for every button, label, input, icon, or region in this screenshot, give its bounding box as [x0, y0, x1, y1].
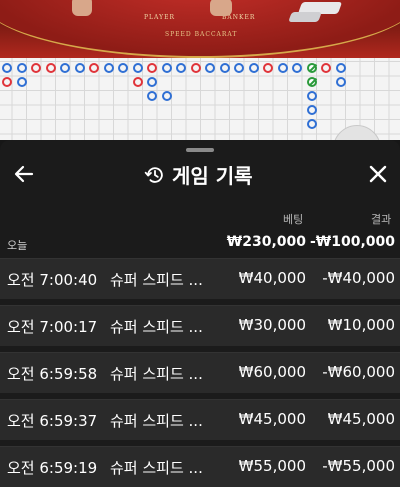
- player-bead: [45, 63, 56, 73]
- player-label: PLAYER: [144, 14, 175, 21]
- banker-bead: [74, 63, 85, 73]
- history-row[interactable]: 오전 6:59:19 슈퍼 스피드 ... ₩55,000 -₩55,000: [0, 446, 400, 487]
- card-tray: [288, 12, 322, 22]
- summary-bet-total: ₩230,000: [226, 234, 306, 250]
- row-result: -₩40,000: [322, 269, 395, 287]
- banker-bead: [306, 105, 317, 115]
- row-time: 오전 6:59:19: [7, 459, 98, 477]
- tie-bead: [306, 77, 317, 87]
- history-icon: [144, 166, 163, 183]
- banker-bead: [161, 91, 172, 101]
- game-history-sheet: 게임 기록 베팅 결과 오늘 ₩230,000 -₩100,000 오전 7:0…: [0, 140, 400, 487]
- close-button[interactable]: [366, 162, 390, 186]
- row-result: -₩55,000: [322, 457, 395, 475]
- history-row[interactable]: 오전 7:00:17 슈퍼 스피드 ... ₩30,000 ₩10,000: [0, 305, 400, 346]
- sheet-title-group: 게임 기록: [144, 160, 253, 189]
- banker-bead: [16, 77, 27, 87]
- banker-bead: [248, 63, 259, 73]
- banker-bead: [292, 63, 302, 73]
- row-bet: ₩40,000: [238, 269, 306, 287]
- player-bead: [2, 77, 12, 87]
- banker-bead: [176, 63, 186, 73]
- row-time: 오전 7:00:40: [7, 271, 98, 289]
- player-bead: [147, 63, 157, 73]
- dealer-hand-left: [72, 0, 92, 16]
- banker-bead: [335, 77, 346, 87]
- summary-label: 오늘: [7, 239, 28, 252]
- road-map: [0, 58, 400, 140]
- row-time: 오전 6:59:37: [7, 412, 98, 430]
- summary-result-total: -₩100,000: [309, 234, 395, 250]
- banker-bead: [161, 63, 172, 73]
- row-game: 슈퍼 스피드 ...: [110, 365, 203, 383]
- arrow-left-icon: [14, 165, 34, 183]
- live-video: PLAYER BANKER SPEED BACCARAT: [0, 0, 400, 58]
- player-bead: [132, 77, 143, 87]
- row-game: 슈퍼 스피드 ...: [110, 459, 203, 477]
- player-bead: [31, 63, 41, 73]
- row-time: 오전 7:00:17: [7, 318, 98, 336]
- row-result: ₩10,000: [327, 316, 395, 334]
- row-result: -₩60,000: [322, 363, 395, 381]
- row-bet: ₩60,000: [238, 363, 306, 381]
- banker-bead: [147, 91, 157, 101]
- history-row[interactable]: 오전 7:00:40 슈퍼 스피드 ... ₩40,000 -₩40,000: [0, 258, 400, 299]
- banker-bead: [277, 63, 288, 73]
- banker-bead: [132, 63, 143, 73]
- player-bead: [321, 63, 331, 73]
- table-title: SPEED BACCARAT: [165, 31, 238, 38]
- banker-bead: [147, 77, 157, 87]
- banker-bead: [103, 63, 114, 73]
- row-bet: ₩30,000: [238, 316, 306, 334]
- row-game: 슈퍼 스피드 ...: [110, 412, 203, 430]
- column-header-bet: 베팅: [283, 213, 304, 226]
- player-bead: [89, 63, 99, 73]
- banker-bead: [2, 63, 12, 73]
- banker-bead: [16, 63, 27, 73]
- player-bead: [190, 63, 201, 73]
- banker-bead: [234, 63, 244, 73]
- table-felt: [0, 0, 400, 58]
- banker-bead: [60, 63, 70, 73]
- history-row[interactable]: 오전 6:59:58 슈퍼 스피드 ... ₩60,000 -₩60,000: [0, 352, 400, 393]
- banker-bead: [118, 63, 128, 73]
- page-title: 게임 기록: [172, 164, 253, 188]
- back-button[interactable]: [12, 162, 36, 186]
- row-game: 슈퍼 스피드 ...: [110, 271, 203, 289]
- banker-bead: [335, 63, 346, 73]
- row-time: 오전 6:59:58: [7, 365, 98, 383]
- player-bead: [263, 63, 273, 73]
- banker-bead: [205, 63, 215, 73]
- row-result: ₩45,000: [327, 410, 395, 428]
- today-summary-row: 오늘 ₩230,000 -₩100,000: [0, 234, 400, 256]
- dealer-hand-right: [210, 0, 232, 16]
- row-game: 슈퍼 스피드 ...: [110, 318, 203, 336]
- banker-bead: [306, 119, 317, 129]
- history-row[interactable]: 오전 6:59:37 슈퍼 스피드 ... ₩45,000 ₩45,000: [0, 399, 400, 440]
- banker-bead: [219, 63, 230, 73]
- column-header-result: 결과: [371, 213, 392, 226]
- tie-bead: [306, 63, 317, 73]
- row-bet: ₩55,000: [238, 457, 306, 475]
- close-icon: [369, 165, 387, 183]
- banker-bead: [306, 91, 317, 101]
- sheet-drag-handle[interactable]: [186, 148, 214, 152]
- sheet-header: 게임 기록: [0, 160, 400, 192]
- row-bet: ₩45,000: [238, 410, 306, 428]
